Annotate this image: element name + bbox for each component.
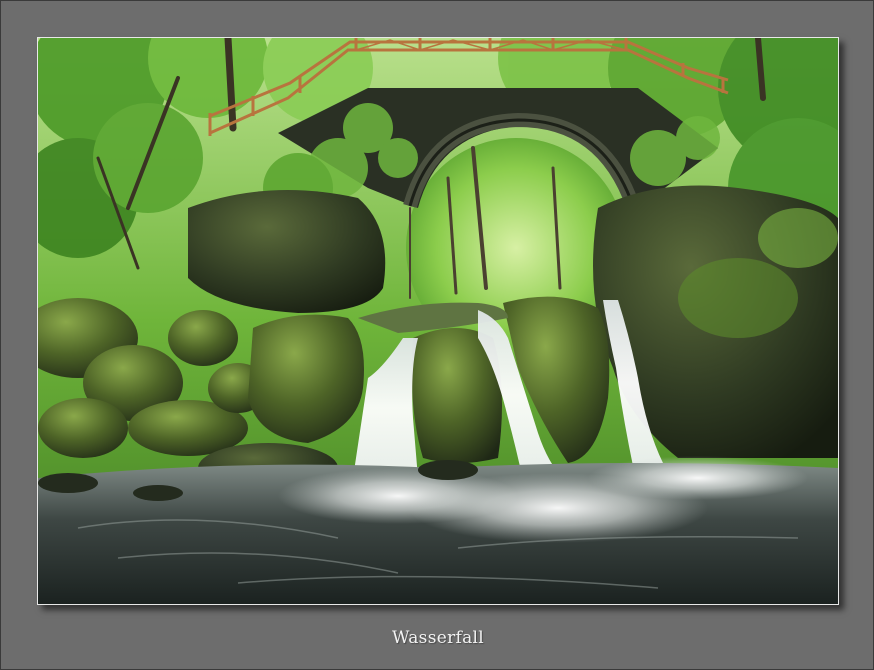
photo-frame: Wasserfall — [0, 0, 874, 670]
waterfall-photo — [37, 37, 839, 605]
water-mist-right — [588, 456, 808, 500]
waterfall-scene — [38, 38, 838, 604]
photo-caption: Wasserfall — [391, 628, 485, 648]
large-boulder — [188, 190, 386, 313]
